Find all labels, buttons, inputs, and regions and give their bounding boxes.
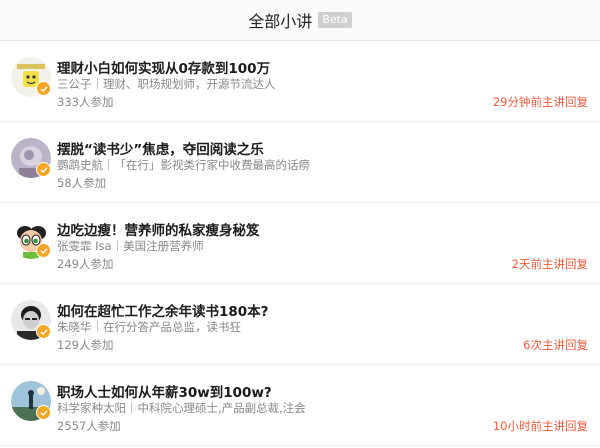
talk-item[interactable]: 如何在超忙工作之余年读书180本? 朱晓华｜在行分答产品总监，读书狂 129人参… [0,284,600,365]
reply-status: 29分钟前主讲回复 [492,95,588,109]
reply-status: 6次主讲回复 [523,338,588,352]
participant-count: 333人参加 [57,95,114,109]
talk-item[interactable]: 摆脱“读书少”焦虑，夺回阅读之乐 鹦鹉史航｜「在行」影视类行家中收费最高的话痨 … [0,122,600,203]
talk-author: 科学家种太阳｜中科院心理硕士,产品副总裁,注会 [57,401,306,415]
participant-count: 249人参加 [57,257,114,271]
verified-icon [36,405,51,420]
beta-badge: Beta [318,12,352,28]
talk-author: 张雯霏 Isa｜美国注册营养师 [57,239,204,253]
talk-title[interactable]: 如何在超忙工作之余年读书180本? [57,300,269,320]
talk-title[interactable]: 边吃边瘦！营养师的私家瘦身秘笈 [57,219,260,239]
verified-icon [36,324,51,339]
talk-author: 三公子｜理财、职场规划师，开源节流达人 [57,77,276,91]
participant-count: 58人参加 [57,176,107,190]
verified-icon [36,162,51,177]
participant-count: 2557人参加 [57,419,121,433]
verified-icon [36,243,51,258]
talk-title[interactable]: 职场人士如何从年薪30w到100w? [57,381,272,401]
talk-author: 鹦鹉史航｜「在行」影视类行家中收费最高的话痨 [57,158,310,172]
talk-title[interactable]: 理财小白如何实现从0存款到100万 [57,57,270,77]
talk-item[interactable]: 职场人士如何从年薪30w到100w? 科学家种太阳｜中科院心理硕士,产品副总裁,… [0,365,600,446]
reply-status: 10小时前主讲回复 [492,419,588,433]
reply-status: 2天前主讲回复 [511,257,588,271]
talk-author: 朱晓华｜在行分答产品总监，读书狂 [57,320,241,334]
talk-item[interactable]: 边吃边瘦！营养师的私家瘦身秘笈 张雯霏 Isa｜美国注册营养师 249人参加 2… [0,203,600,284]
page-title: 全部小讲 [248,12,313,31]
talk-item[interactable]: 理财小白如何实现从0存款到100万 三公子｜理财、职场规划师，开源节流达人 33… [0,41,600,122]
talk-list: 理财小白如何实现从0存款到100万 三公子｜理财、职场规划师，开源节流达人 33… [0,41,600,446]
talk-title[interactable]: 摆脱“读书少”焦虑，夺回阅读之乐 [57,138,264,158]
participant-count: 129人参加 [57,338,114,352]
verified-icon [36,81,51,96]
page-header: 全部小讲 Beta [0,0,600,41]
